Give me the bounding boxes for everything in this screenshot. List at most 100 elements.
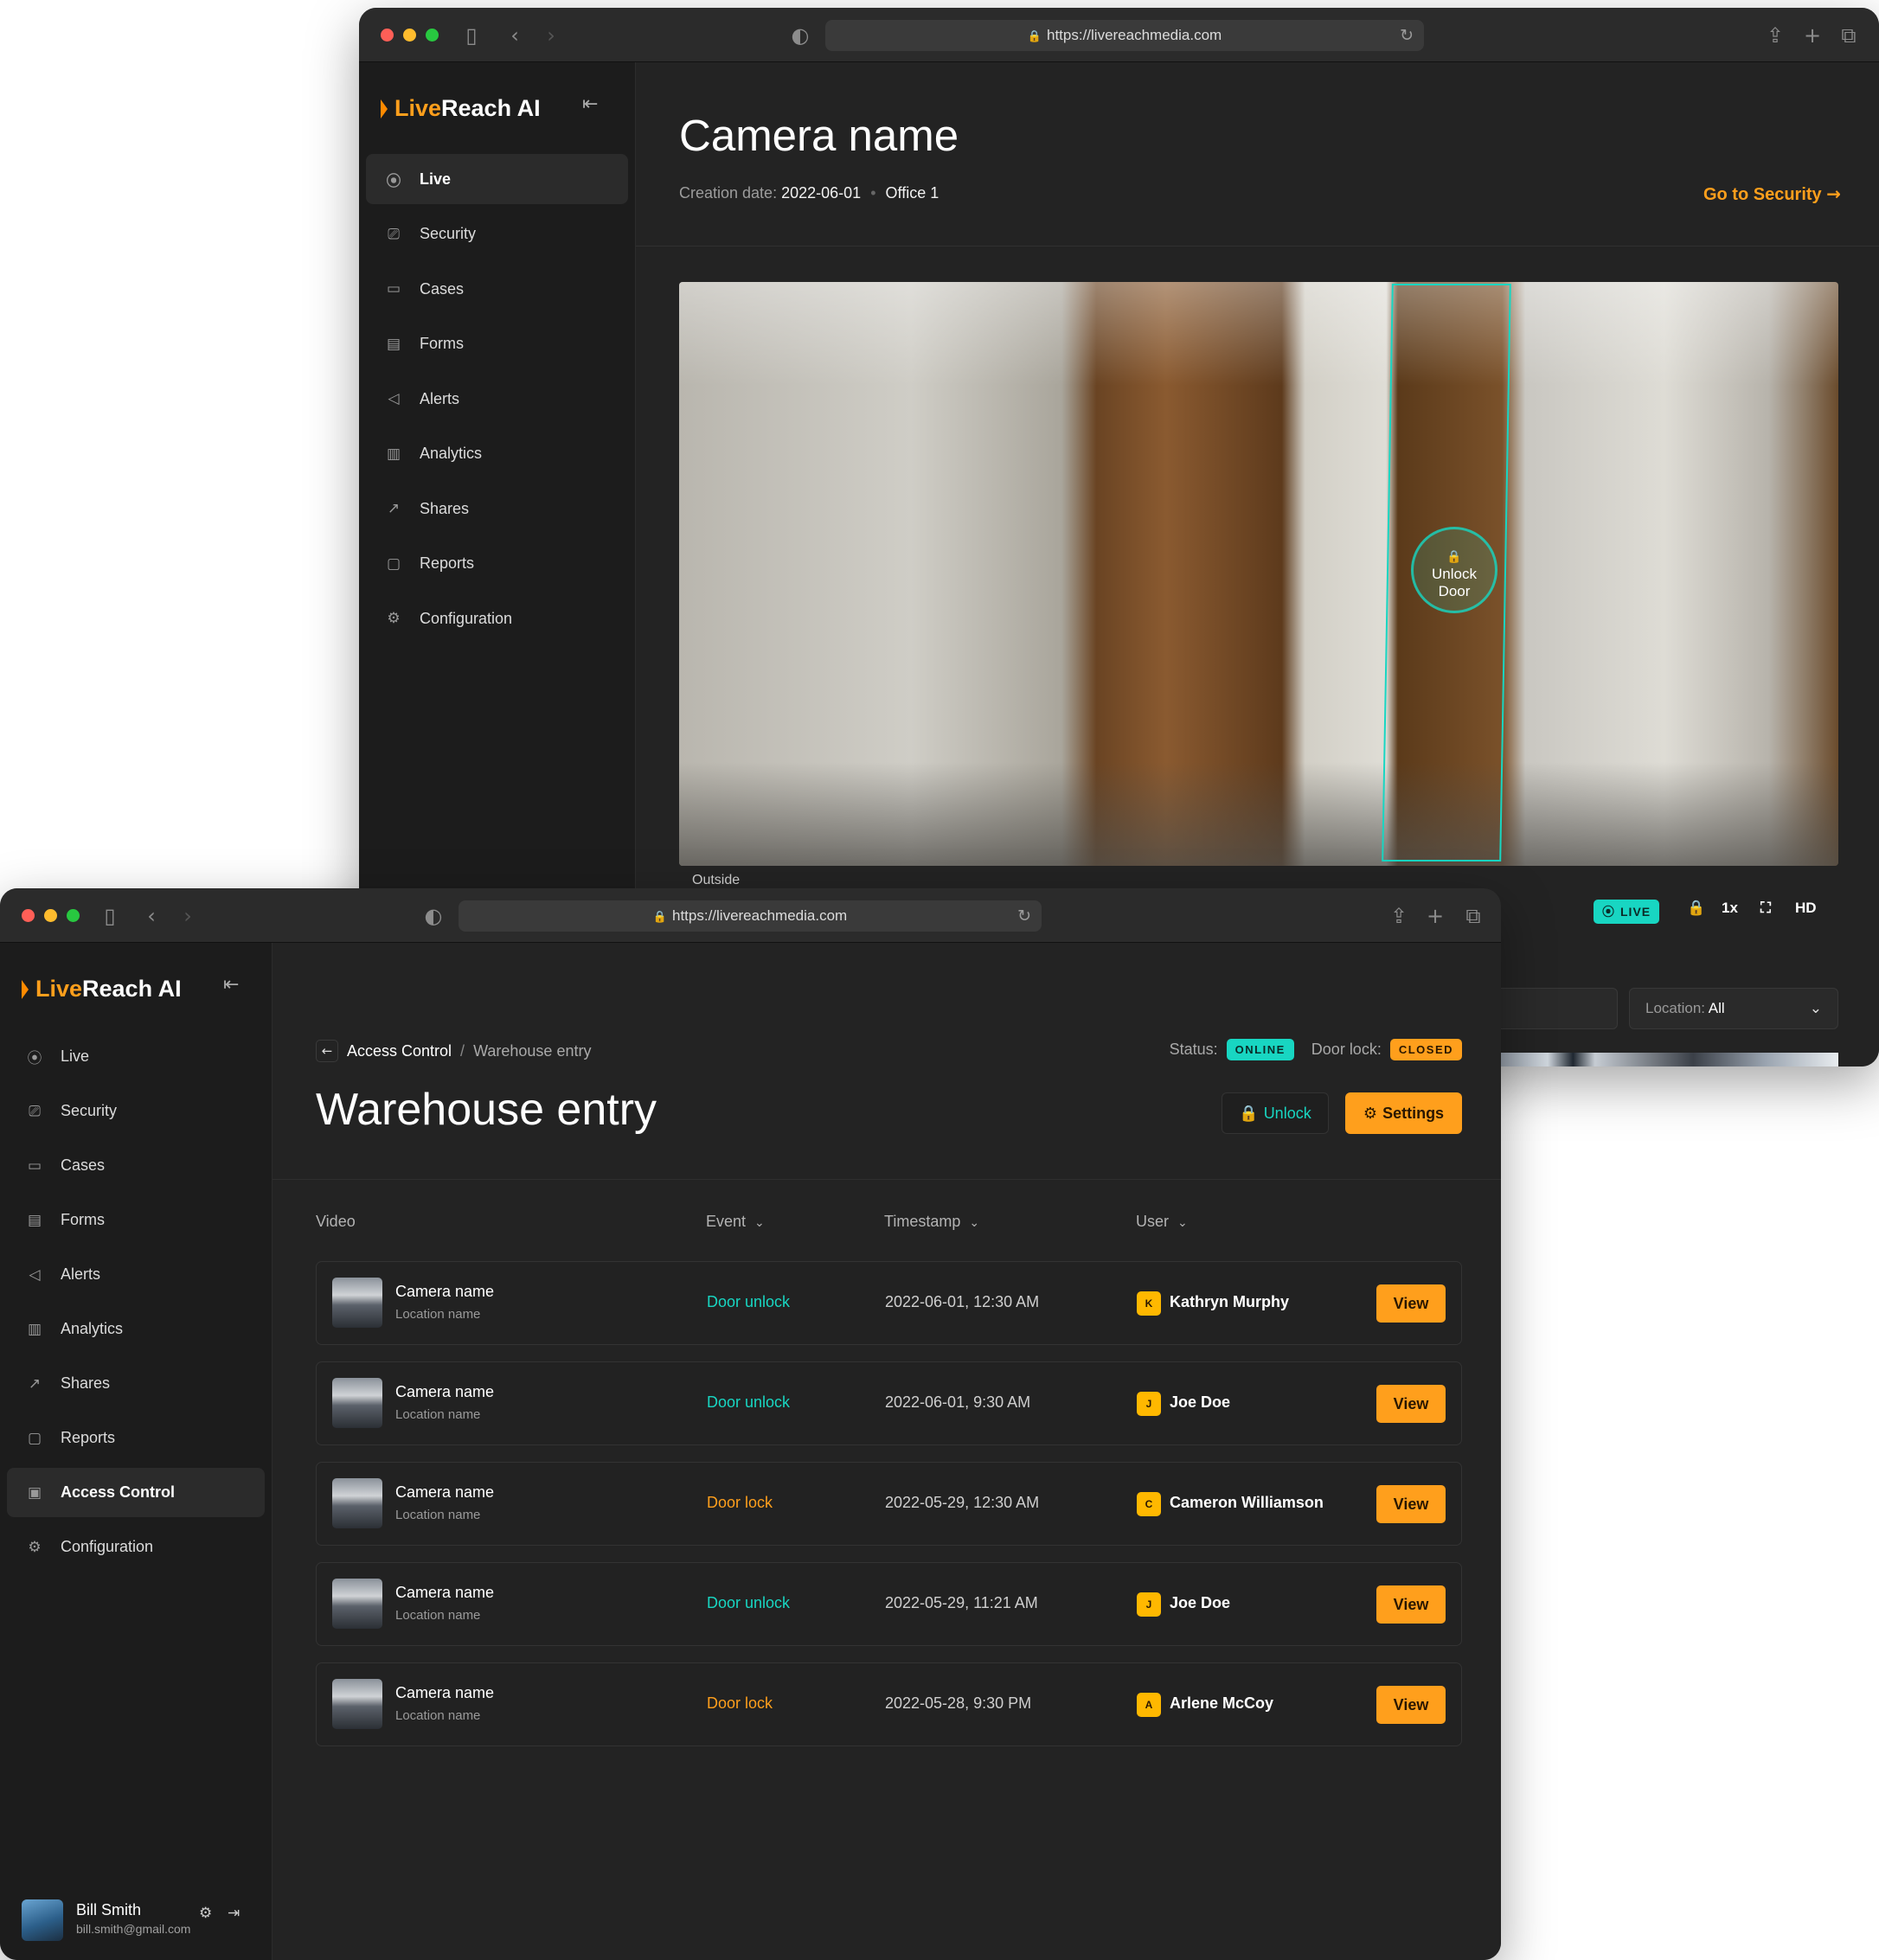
table-row[interactable]: Camera name Location name Door lock 2022… (316, 1462, 1462, 1546)
share-icon[interactable]: ⇪ (1387, 904, 1411, 928)
brand-logo[interactable]: Live Reach AI (22, 976, 182, 1002)
logout-icon[interactable]: ⇥ (228, 1905, 240, 1922)
sidebar-item-cases[interactable]: ▭ Cases (7, 1141, 265, 1190)
reload-icon[interactable]: ↻ (1400, 20, 1414, 51)
collapse-sidebar-icon[interactable]: ⇤ (582, 93, 598, 115)
browser-toolbar: ▯ ‹ › ◐ 🔒 https://livereachmedia.com ↻ ⇪ … (0, 888, 1501, 943)
sidebar-item-configuration[interactable]: ⚙ Configuration (366, 593, 628, 644)
address-bar[interactable]: 🔒 https://livereachmedia.com ↻ (459, 900, 1042, 932)
new-tab-icon[interactable]: + (1800, 23, 1824, 48)
shield-icon[interactable]: ◐ (788, 23, 812, 48)
table-row[interactable]: Camera name Location name Door unlock 20… (316, 1261, 1462, 1345)
column-user[interactable]: User ⌄ (1136, 1213, 1188, 1231)
forward-nav-icon[interactable]: › (539, 23, 563, 48)
sidebar-toggle-icon[interactable]: ▯ (98, 904, 122, 928)
close-window-button[interactable] (381, 29, 394, 42)
camera-icon: ⎚ (29, 1102, 41, 1120)
lock-control-icon[interactable]: 🔒 (1687, 900, 1705, 917)
sidebar-item-security[interactable]: ⎚ Security (366, 209, 628, 259)
camera-thumbnails[interactable] (1475, 1053, 1838, 1066)
maximize-window-button[interactable] (67, 909, 80, 922)
sidebar-item-access-control[interactable]: ▣ Access Control (7, 1468, 265, 1517)
timestamp: 2022-05-29, 11:21 AM (885, 1594, 1038, 1611)
sidebar-item-cases[interactable]: ▭ Cases (366, 264, 628, 314)
maximize-window-button[interactable] (426, 29, 439, 42)
unlock-button[interactable]: 🔒 Unlock (1222, 1092, 1329, 1134)
sidebar-item-live[interactable]: ⦿ Live (7, 1032, 265, 1081)
tabs-overview-icon[interactable]: ⧉ (1461, 904, 1485, 928)
url-text: https://livereachmedia.com (1046, 27, 1222, 43)
camera-video-feed[interactable]: 🔒 Unlock Door (679, 282, 1838, 866)
column-video: Video (316, 1213, 356, 1231)
status-label: Status: (1169, 1041, 1218, 1058)
megaphone-icon: ◁ (388, 390, 400, 407)
view-button[interactable]: View (1376, 1385, 1446, 1423)
sidebar-item-reports[interactable]: ▢ Reports (366, 539, 628, 589)
table-row[interactable]: Camera name Location name Door lock 2022… (316, 1662, 1462, 1746)
back-nav-icon[interactable]: ‹ (139, 904, 164, 928)
live-badge[interactable]: ⦿ LIVE (1594, 900, 1660, 924)
video-thumbnail[interactable] (332, 1378, 382, 1428)
view-button[interactable]: View (1376, 1284, 1446, 1323)
user-profile[interactable]: Bill Smith bill.smith@gmail.com ⚙ ⇥ (22, 1898, 255, 1941)
breadcrumb-parent[interactable]: Access Control (347, 1042, 452, 1060)
gear-icon: ⚙ (1363, 1105, 1378, 1123)
video-thumbnail[interactable] (332, 1278, 382, 1328)
gear-icon[interactable]: ⚙ (199, 1905, 212, 1922)
minimize-window-button[interactable] (44, 909, 57, 922)
view-button[interactable]: View (1376, 1585, 1446, 1624)
sidebar-item-forms[interactable]: ▤ Forms (7, 1195, 265, 1245)
report-icon: ▢ (386, 554, 401, 573)
sidebar-item-alerts[interactable]: ◁ Alerts (366, 374, 628, 424)
table-row[interactable]: Camera name Location name Door unlock 20… (316, 1562, 1462, 1646)
video-thumbnail[interactable] (332, 1478, 382, 1528)
sidebar-item-label: Forms (61, 1211, 105, 1228)
sidebar-item-live[interactable]: ⦿ Live (366, 154, 628, 204)
video-thumbnail[interactable] (332, 1679, 382, 1729)
sidebar-item-configuration[interactable]: ⚙ Configuration (7, 1522, 265, 1572)
back-nav-icon[interactable]: ‹ (503, 23, 527, 48)
column-timestamp[interactable]: Timestamp ⌄ (884, 1213, 979, 1231)
reload-icon[interactable]: ↻ (1017, 900, 1031, 932)
lock-icon: 🔒 (1027, 30, 1042, 43)
collapse-sidebar-icon[interactable]: ⇤ (223, 974, 239, 996)
tabs-overview-icon[interactable]: ⧉ (1837, 23, 1861, 48)
sidebar-item-label: Cases (61, 1156, 106, 1174)
sidebar-item-forms[interactable]: ▤ Forms (366, 319, 628, 369)
unlock-door-overlay[interactable]: 🔒 Unlock Door (1411, 527, 1497, 613)
close-window-button[interactable] (22, 909, 35, 922)
sidebar-item-shares[interactable]: ↗ Shares (366, 484, 628, 534)
share-icon[interactable]: ⇪ (1763, 23, 1787, 48)
view-button[interactable]: View (1376, 1485, 1446, 1523)
quality-control[interactable]: HD (1795, 900, 1817, 917)
fullscreen-icon[interactable]: ⛶ (1760, 900, 1771, 917)
location-filter[interactable]: Location: All ⌄ (1629, 988, 1838, 1029)
url-text: https://livereachmedia.com (671, 907, 848, 924)
table-row[interactable]: Camera name Location name Door unlock 20… (316, 1361, 1462, 1445)
new-tab-icon[interactable]: + (1423, 904, 1447, 928)
sidebar-item-alerts[interactable]: ◁ Alerts (7, 1250, 265, 1299)
back-arrow-icon[interactable]: ← (316, 1040, 338, 1062)
sidebar-item-shares[interactable]: ↗ Shares (7, 1359, 265, 1408)
event-type: Door lock (707, 1494, 773, 1511)
sidebar-toggle-icon[interactable]: ▯ (459, 23, 484, 48)
sidebar-item-security[interactable]: ⎚ Security (7, 1086, 265, 1136)
sidebar-item-analytics[interactable]: ▥ Analytics (366, 429, 628, 479)
speed-control[interactable]: 1x (1722, 900, 1738, 917)
view-button[interactable]: View (1376, 1686, 1446, 1724)
brand-logo[interactable]: Live Reach AI (381, 95, 541, 122)
minimize-window-button[interactable] (403, 29, 416, 42)
address-bar[interactable]: 🔒 https://livereachmedia.com ↻ (825, 20, 1424, 51)
settings-button[interactable]: ⚙ Settings (1345, 1092, 1462, 1134)
shield-icon[interactable]: ◐ (421, 904, 446, 928)
go-to-security-link[interactable]: Go to Security → (1703, 183, 1841, 205)
creation-date: 2022-06-01 (781, 184, 862, 202)
forward-nav-icon[interactable]: › (176, 904, 200, 928)
timestamp: 2022-05-29, 12:30 AM (885, 1494, 1040, 1511)
column-event[interactable]: Event ⌄ (706, 1213, 765, 1231)
video-thumbnail[interactable] (332, 1579, 382, 1629)
sidebar-item-reports[interactable]: ▢ Reports (7, 1413, 265, 1463)
sidebar-item-analytics[interactable]: ▥ Analytics (7, 1304, 265, 1354)
access-control-window: ▯ ‹ › ◐ 🔒 https://livereachmedia.com ↻ ⇪ … (0, 888, 1501, 1960)
sidebar-item-label: Analytics (61, 1320, 124, 1337)
